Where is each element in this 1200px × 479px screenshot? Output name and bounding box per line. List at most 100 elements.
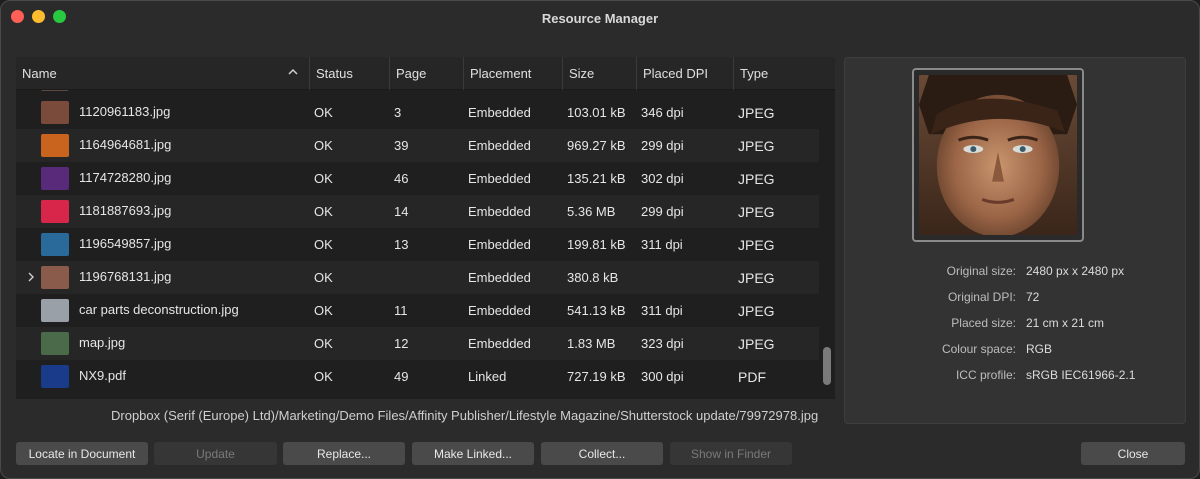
size-cell: 103.01 kB bbox=[567, 105, 626, 120]
page-cell: 11 bbox=[394, 303, 408, 318]
dpi-cell: 311 dpi bbox=[641, 237, 683, 252]
info-value: RGB bbox=[1026, 342, 1053, 356]
file-name: NX9.pdf bbox=[79, 368, 126, 383]
table-row[interactable]: 1120961183.jpg OK 3 Embedded 103.01 kB 3… bbox=[16, 96, 819, 129]
column-header-type[interactable]: Type bbox=[734, 57, 835, 90]
sort-ascending-icon bbox=[288, 68, 298, 75]
dpi-cell bbox=[636, 261, 733, 294]
type-cell: JPEG bbox=[738, 335, 775, 352]
column-header-placement-label: Placement bbox=[470, 65, 532, 81]
placement-cell: Embedded bbox=[468, 336, 531, 351]
image-info: Original size: 2480 px x 2480 px Origina… bbox=[845, 258, 1187, 388]
name-cell: car parts deconstruction.jpg bbox=[16, 294, 309, 327]
type-cell: PDF bbox=[738, 368, 766, 385]
replace-button[interactable]: Replace... bbox=[283, 442, 405, 465]
thumbnail-image bbox=[41, 365, 69, 388]
status-cell: OK bbox=[314, 204, 333, 219]
info-row-placed-size: Placed size: 21 cm x 21 cm bbox=[845, 310, 1187, 336]
thumbnail-image bbox=[41, 90, 69, 91]
thumbnail-image bbox=[41, 200, 69, 223]
close-button[interactable]: Close bbox=[1081, 442, 1185, 465]
status-cell: OK bbox=[314, 336, 333, 351]
table-row[interactable]: 1181887693.jpg OK 14 Embedded 5.36 MB 29… bbox=[16, 195, 819, 228]
page-cell: 49 bbox=[394, 369, 409, 384]
dpi-cell: 346 dpi bbox=[641, 105, 684, 120]
update-button[interactable]: Update bbox=[154, 442, 277, 465]
name-cell: map.jpg bbox=[16, 327, 309, 360]
info-label: ICC profile: bbox=[955, 368, 1016, 382]
table-row[interactable]: car parts deconstruction.jpg OK 11 Embed… bbox=[16, 294, 819, 327]
table-row[interactable]: NX9.pdf OK 49 Linked 727.19 kB 300 dpi P… bbox=[16, 360, 819, 393]
thumbnail-image bbox=[41, 101, 69, 124]
file-name: map.jpg bbox=[79, 335, 126, 350]
table-row[interactable]: 1174728280.jpg OK 46 Embedded 135.21 kB … bbox=[16, 162, 819, 195]
scrollbar-thumb[interactable] bbox=[823, 347, 831, 385]
status-cell: OK bbox=[314, 105, 333, 120]
page-cell: 14 bbox=[394, 204, 409, 219]
placement-cell: Embedded bbox=[468, 171, 531, 186]
table-header: Name Status Page Placement Size Placed D… bbox=[16, 57, 835, 90]
column-header-status[interactable]: Status bbox=[310, 57, 390, 90]
thumbnail-image bbox=[41, 167, 69, 190]
file-name: 1196768131.jpg bbox=[79, 269, 172, 284]
column-header-page[interactable]: Page bbox=[390, 57, 464, 90]
dpi-cell: 311 dpi bbox=[641, 303, 683, 318]
dpi-cell: 299 dpi bbox=[641, 204, 684, 219]
column-header-dpi-label: Placed DPI bbox=[643, 65, 709, 81]
status-cell: OK bbox=[314, 270, 333, 285]
title-bar: Resource Manager bbox=[1, 1, 1199, 35]
size-cell: 1.83 MB bbox=[567, 336, 616, 351]
column-header-dpi[interactable]: Placed DPI bbox=[637, 57, 734, 90]
placement-cell: Embedded bbox=[468, 105, 531, 120]
vertical-scrollbar[interactable] bbox=[819, 90, 835, 399]
type-cell: JPEG bbox=[738, 236, 775, 253]
page-cell: 12 bbox=[394, 336, 409, 351]
info-row-original-dpi: Original DPI: 72 bbox=[845, 284, 1187, 310]
table-row[interactable]: map.jpg OK 12 Embedded 1.83 MB 323 dpi J… bbox=[16, 327, 819, 360]
column-header-page-label: Page bbox=[396, 65, 427, 81]
info-value: 72 bbox=[1026, 290, 1040, 304]
table-row[interactable]: 1196549857.jpg OK 13 Embedded 199.81 kB … bbox=[16, 228, 819, 261]
info-value: 21 cm x 21 cm bbox=[1026, 316, 1105, 330]
placement-cell: Embedded bbox=[468, 303, 531, 318]
file-name: 1120961183.jpg bbox=[79, 104, 171, 119]
table-row[interactable]: 1164964681.jpg OK 39 Embedded 969.27 kB … bbox=[16, 129, 819, 162]
window-title: Resource Manager bbox=[541, 10, 659, 26]
size-cell: 199.81 kB bbox=[567, 237, 626, 252]
dpi-cell: 302 dpi bbox=[641, 171, 684, 186]
placement-cell: Embedded bbox=[468, 237, 531, 252]
resource-manager-window: Resource Manager Name Status Page Placem… bbox=[0, 0, 1200, 479]
minimize-window-button[interactable] bbox=[32, 10, 45, 23]
table-row[interactable]: 1196768131.jpg OK Embedded 380.8 kB JPEG bbox=[16, 261, 819, 294]
status-cell: OK bbox=[314, 303, 333, 318]
placement-cell: Linked bbox=[468, 369, 507, 384]
close-window-button[interactable] bbox=[11, 10, 24, 23]
file-name: 1164964681.jpg bbox=[79, 137, 172, 152]
collect-button[interactable]: Collect... bbox=[541, 442, 663, 465]
table-body: 1120961183.jpg OK 3 Embedded 103.01 kB 3… bbox=[16, 90, 819, 399]
locate-in-document-button[interactable]: Locate in Document bbox=[16, 442, 148, 465]
status-cell: OK bbox=[314, 369, 333, 384]
thumbnail-image bbox=[41, 233, 69, 256]
chevron-right-icon[interactable] bbox=[26, 272, 36, 282]
column-header-placement[interactable]: Placement bbox=[464, 57, 563, 90]
zoom-window-button[interactable] bbox=[53, 10, 66, 23]
name-cell: NX9.pdf bbox=[16, 360, 309, 393]
info-label: Colour space: bbox=[941, 342, 1016, 356]
size-cell: 969.27 kB bbox=[567, 138, 626, 153]
column-header-size[interactable]: Size bbox=[563, 57, 637, 90]
column-header-type-label: Type bbox=[740, 65, 769, 81]
column-header-name[interactable]: Name bbox=[16, 57, 310, 90]
name-cell: 1196549857.jpg bbox=[16, 228, 309, 261]
size-cell: 380.8 kB bbox=[567, 270, 619, 285]
column-header-size-label: Size bbox=[569, 65, 595, 81]
dpi-cell: 323 dpi bbox=[641, 336, 684, 351]
name-cell: 1181887693.jpg bbox=[16, 195, 309, 228]
type-cell: JPEG bbox=[738, 302, 775, 319]
column-header-status-label: Status bbox=[316, 65, 353, 81]
show-in-finder-button[interactable]: Show in Finder bbox=[670, 442, 792, 465]
file-name: 1181887693.jpg bbox=[79, 203, 172, 218]
make-linked-button[interactable]: Make Linked... bbox=[412, 442, 534, 465]
file-name: car parts deconstruction.jpg bbox=[79, 302, 239, 317]
size-cell: 727.19 kB bbox=[567, 369, 626, 384]
